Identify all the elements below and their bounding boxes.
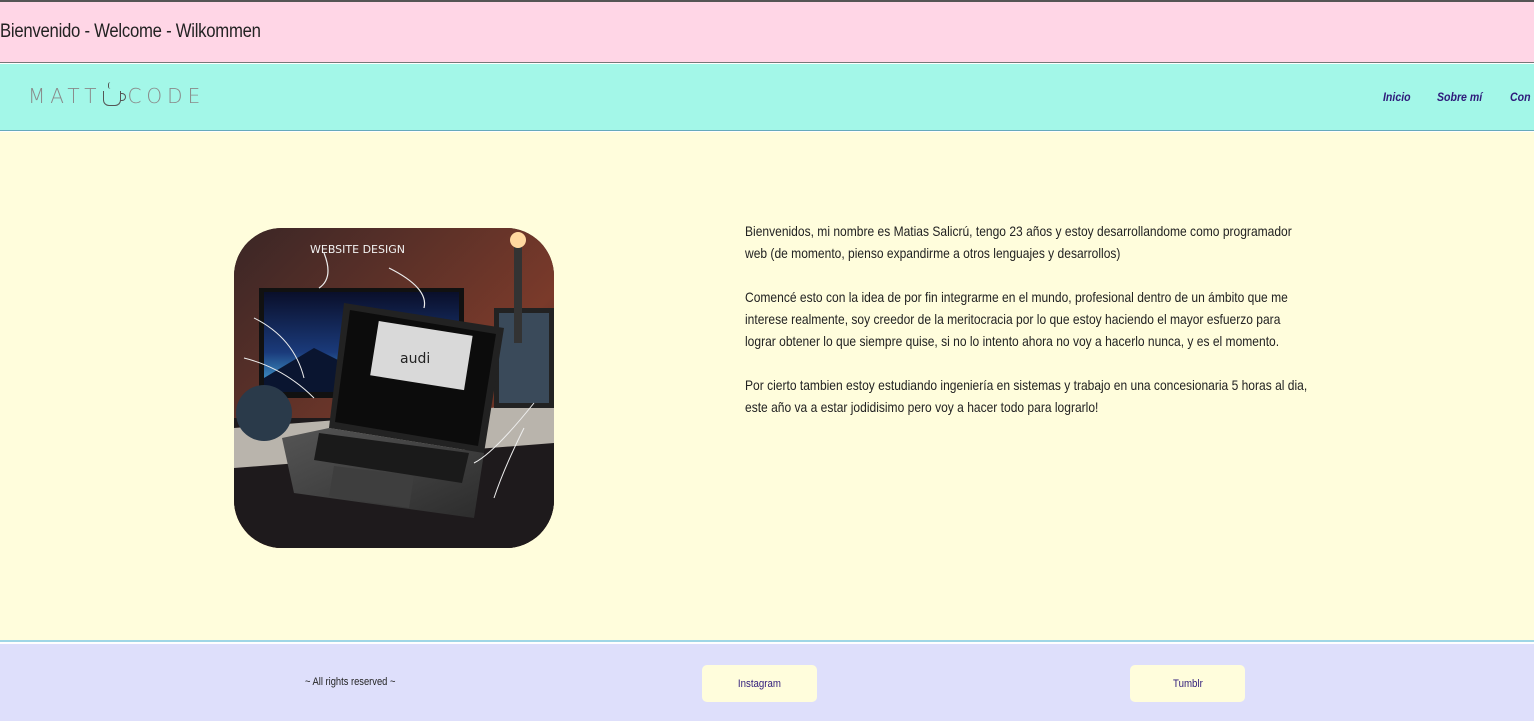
main-content: WEBSITE DESIGN audi Bienvenidos, mi nomb… [0, 132, 1534, 642]
navbar: MATT CODE Inicio Sobre mí Con [0, 64, 1534, 131]
page-title: Bienvenido - Welcome - Wilkommen [0, 21, 261, 42]
image-screen-text: audi [400, 351, 430, 367]
nav-link-sobre-mi[interactable]: Sobre mí [1437, 90, 1482, 104]
coffee-cup-icon [103, 81, 127, 106]
site-footer: ~ All rights reserved ~ Instagram Tumblr [0, 644, 1534, 721]
instagram-button-label: Instagram [737, 678, 782, 690]
intro-paragraph: Bienvenidos, mi nombre es Matias Salicrú… [745, 223, 1292, 261]
nav-link-contacto[interactable]: Con [1510, 90, 1531, 104]
copyright-text: ~ All rights reserved ~ [305, 676, 396, 688]
intro-paragraph: Por cierto tambien estoy estudiando inge… [745, 377, 1308, 415]
instagram-button[interactable]: Instagram [702, 665, 817, 702]
site-header: Bienvenido - Welcome - Wilkommen [0, 0, 1534, 63]
tumblr-button[interactable]: Tumblr [1130, 665, 1245, 702]
nav-links: Inicio Sobre mí Con [1383, 90, 1534, 104]
intro-paragraph: Comencé esto con la idea de por fin inte… [745, 289, 1288, 349]
image-caption: WEBSITE DESIGN [310, 243, 405, 256]
nav-link-inicio[interactable]: Inicio [1383, 90, 1411, 104]
logo-text-right: CODE [127, 84, 206, 108]
site-logo[interactable]: MATT CODE [28, 81, 206, 108]
intro-text: Bienvenidos, mi nombre es Matias Salicrú… [745, 220, 1325, 440]
logo-text-left: MATT [28, 84, 102, 108]
hero-image: WEBSITE DESIGN audi [234, 228, 554, 548]
laptop-desk-illustration: WEBSITE DESIGN audi [234, 228, 554, 548]
tumblr-button-label: Tumblr [1172, 678, 1203, 690]
